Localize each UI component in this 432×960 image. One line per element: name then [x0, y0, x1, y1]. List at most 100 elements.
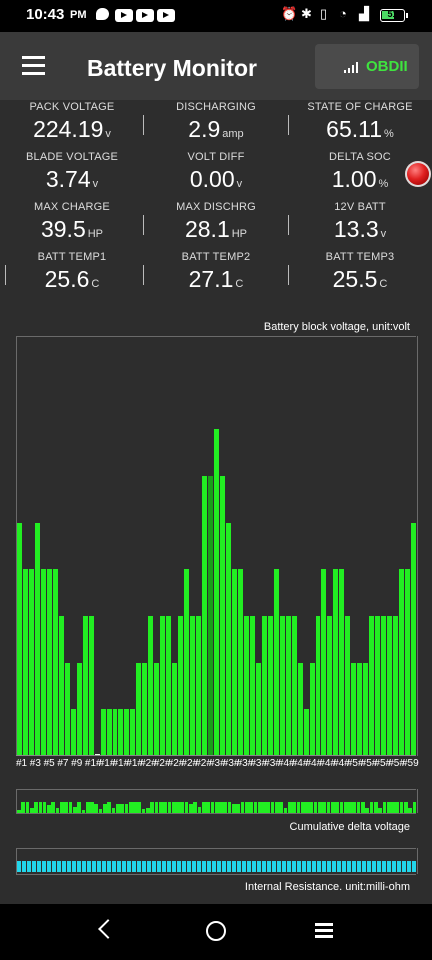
- delta-voltage-bar: [60, 801, 64, 813]
- internal-resistance-bar: [127, 861, 131, 872]
- voltage-bar: [70, 709, 76, 756]
- metric-value: 3.74: [45, 166, 91, 192]
- voltage-bar: [219, 476, 225, 756]
- internal-resistance-bar: [137, 861, 141, 872]
- delta-voltage-bar: [287, 801, 292, 813]
- internal-resistance-bar: [222, 861, 226, 872]
- delta-voltage-bar: [189, 804, 193, 813]
- delta-voltage-bar: [25, 801, 30, 813]
- delta-voltage-bar: [309, 801, 314, 813]
- metric-label: BLADE VOLTAGE: [25, 151, 119, 163]
- delta-voltage-bar: [223, 801, 228, 813]
- cell-signal-icon: ▟: [359, 6, 369, 21]
- battery-icon: 51: [380, 9, 405, 22]
- delta-voltage-bar: [107, 801, 111, 813]
- internal-resistance-bar: [32, 861, 36, 872]
- metric-value: 0.00: [189, 166, 235, 192]
- voltage-bar: [285, 616, 291, 756]
- metric-unit: C: [235, 278, 244, 290]
- delta-voltage-bar: [171, 801, 176, 813]
- internal-resistance-bar: [42, 861, 46, 872]
- recent-apps-icon[interactable]: [315, 923, 333, 938]
- voltage-bar: [345, 616, 351, 756]
- voltage-bar: [375, 616, 381, 756]
- obd-connection-label: OBDII: [366, 58, 408, 75]
- voltage-bar: [124, 709, 130, 756]
- internal-resistance-bar: [92, 861, 96, 872]
- metric-blade-voltage: BLADE VOLTAGE 3.74 v: [0, 151, 144, 193]
- delta-voltage-bar: [21, 801, 25, 813]
- metric-value: 13.3: [333, 216, 379, 242]
- metric-value: 1.00: [331, 166, 377, 192]
- obd-connection-button[interactable]: OBDII: [315, 44, 419, 89]
- voltage-bar: [46, 569, 52, 756]
- voltage-bar: [399, 569, 405, 756]
- internal-resistance-bar: [142, 861, 146, 872]
- metric-state-of-charge: STATE OF CHARGE 65.11%: [288, 101, 432, 143]
- delta-voltage-bar: [262, 801, 266, 813]
- voltage-bar: [249, 616, 255, 756]
- voltage-bar: [148, 616, 154, 756]
- delta-voltage-bar: [236, 804, 241, 813]
- wifi-icon: ◔: [339, 6, 347, 21]
- voltage-bar: [279, 616, 285, 756]
- internal-resistance-bar: [262, 861, 266, 872]
- internal-resistance-bar: [317, 861, 321, 872]
- status-ampm: PM: [70, 9, 87, 21]
- status-bar: 10:43 PM ⏰ ✱ ▯ ◔ ▟ 51: [0, 0, 432, 32]
- voltage-bar: [202, 476, 208, 756]
- home-icon[interactable]: [206, 921, 226, 941]
- column-divider: [143, 215, 144, 235]
- alarm-icon: ⏰: [281, 6, 298, 21]
- metric-unit: v: [92, 178, 99, 190]
- voltage-bar: [34, 522, 40, 756]
- delta-voltage-bar: [257, 801, 262, 813]
- delta-voltage-bar: [279, 801, 284, 813]
- voltage-bar: [64, 662, 70, 756]
- voltage-bar: [40, 569, 46, 756]
- internal-resistance-bar: [332, 861, 336, 872]
- voltage-bar: [225, 522, 231, 756]
- metric-unit: amp: [222, 128, 244, 140]
- metric-max-charge: MAX CHARGE 39.5 HP: [0, 201, 144, 243]
- delta-voltage-bar: [404, 801, 408, 813]
- internal-resistance-bar: [372, 861, 376, 872]
- voltage-bar: [178, 616, 184, 756]
- delta-voltage-bar: [180, 801, 185, 813]
- delta-voltage-bar: [326, 801, 331, 813]
- battery-level: 51: [387, 9, 398, 19]
- voltage-bar: [411, 522, 416, 756]
- metric-unit: v: [380, 228, 387, 240]
- delta-voltage-bar: [150, 801, 155, 813]
- back-icon[interactable]: [98, 919, 118, 939]
- internal-resistance-bar: [347, 861, 351, 872]
- delta-voltage-bar: [137, 801, 142, 813]
- metric-label: DISCHARGING: [176, 101, 256, 113]
- hamburger-menu-icon[interactable]: [22, 56, 46, 75]
- voltage-bar: [112, 709, 118, 756]
- column-divider: [288, 215, 289, 235]
- internal-resistance-bar: [252, 861, 256, 872]
- record-button[interactable]: [405, 161, 431, 187]
- delta-voltage-bar: [343, 801, 348, 813]
- delta-voltage-bar: [176, 801, 180, 813]
- x-tick-label: #59: [402, 758, 419, 769]
- delta-voltage-bar: [292, 801, 296, 813]
- metric-pack-voltage: PACK VOLTAGE 224.19 v: [0, 101, 144, 143]
- delta-voltage-bar: [68, 801, 73, 813]
- internal-resistance-bar: [267, 861, 271, 872]
- metric-label: BATT TEMP1: [37, 251, 107, 263]
- internal-resistance-bar: [112, 861, 116, 872]
- chart-baseline: [16, 874, 416, 875]
- metric-label: BATT TEMP3: [325, 251, 395, 263]
- delta-voltage-bar: [90, 801, 94, 813]
- x-tick-label: #5: [43, 758, 55, 769]
- internal-resistance-bar: [132, 861, 136, 872]
- delta-voltage-bar: [275, 801, 279, 813]
- voltage-bar: [291, 616, 297, 756]
- metric-unit: %: [384, 128, 394, 140]
- internal-resistance-bar: [312, 861, 316, 872]
- delta-voltage-bar: [244, 801, 249, 813]
- delta-voltage-bar: [227, 801, 232, 813]
- voltage-bar: [136, 662, 142, 756]
